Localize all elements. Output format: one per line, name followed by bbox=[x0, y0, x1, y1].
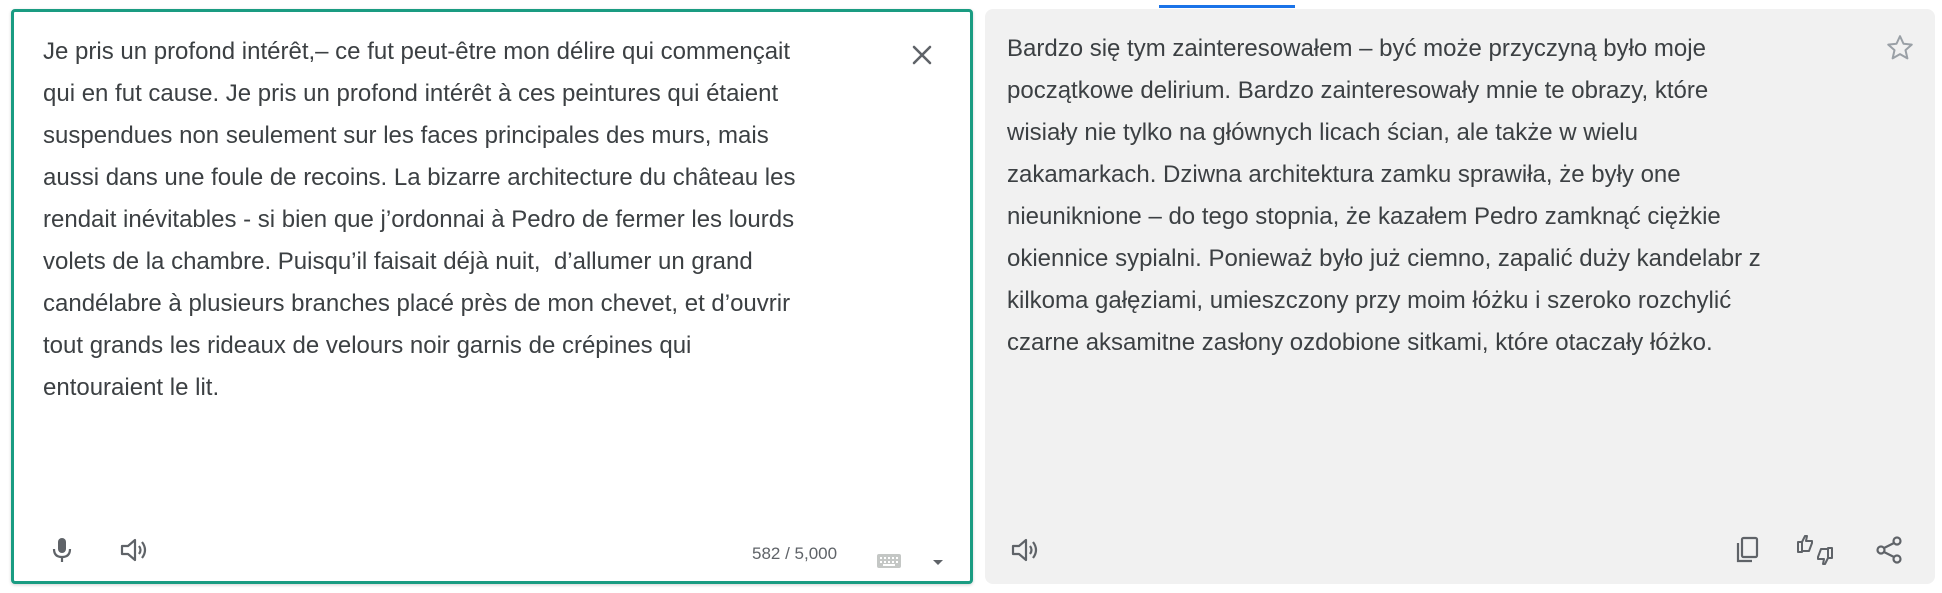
star-icon bbox=[1885, 33, 1915, 63]
caret-down-icon bbox=[928, 552, 948, 572]
character-count: 582 / 5,000 bbox=[752, 544, 838, 563]
microphone-icon bbox=[49, 536, 75, 564]
translation-text: Bardzo się tym zainteresowałem – być moż… bbox=[1007, 35, 1761, 356]
input-tools-menu-button[interactable] bbox=[928, 552, 948, 572]
share-translation-button[interactable] bbox=[1867, 528, 1911, 572]
target-panel: Bardzo się tym zainteresowałem – być moż… bbox=[985, 9, 1935, 584]
speaker-icon bbox=[119, 536, 149, 564]
rate-translation-button[interactable] bbox=[1793, 528, 1837, 572]
close-icon bbox=[910, 43, 934, 67]
keyboard-icon bbox=[876, 552, 902, 570]
copy-icon bbox=[1733, 535, 1761, 565]
thumbs-icon bbox=[1795, 533, 1835, 567]
keyboard-button[interactable] bbox=[876, 552, 902, 570]
listen-translation-button[interactable] bbox=[1003, 528, 1047, 572]
save-translation-button[interactable] bbox=[1885, 33, 1915, 63]
voice-input-button[interactable] bbox=[40, 528, 84, 572]
clear-source-button[interactable] bbox=[902, 35, 942, 75]
speaker-icon bbox=[1010, 536, 1040, 564]
translation-progress-indicator bbox=[1159, 5, 1295, 8]
copy-translation-button[interactable] bbox=[1725, 528, 1769, 572]
source-panel: Je pris un profond intérêt,– ce fut peut… bbox=[11, 9, 973, 584]
share-icon bbox=[1874, 535, 1904, 565]
listen-source-button[interactable] bbox=[112, 528, 156, 572]
source-textarea[interactable]: Je pris un profond intérêt,– ce fut peut… bbox=[43, 31, 903, 409]
